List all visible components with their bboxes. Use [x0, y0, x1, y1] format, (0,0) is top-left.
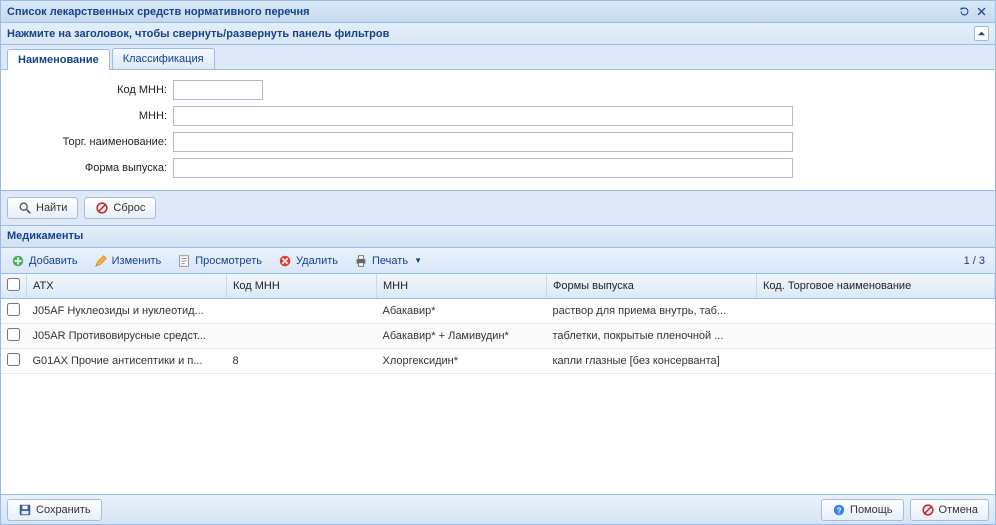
- tab-naming[interactable]: Наименование: [7, 49, 110, 70]
- close-icon[interactable]: [974, 4, 989, 19]
- print-button[interactable]: Печать ▼: [350, 252, 426, 270]
- grid-title: Медикаменты: [1, 226, 995, 248]
- help-button[interactable]: ? Помощь: [821, 499, 904, 521]
- table-row[interactable]: J05AF Нуклеозиды и нуклеотид... Абакавир…: [1, 299, 995, 324]
- mnn-input[interactable]: [173, 106, 793, 126]
- filter-panel-header[interactable]: Нажмите на заголовок, чтобы свернуть/раз…: [1, 23, 995, 45]
- view-button[interactable]: Просмотреть: [173, 252, 266, 270]
- table-row[interactable]: G01AX Прочие антисептики и п... 8 Хлорге…: [1, 349, 995, 374]
- floppy-icon: [18, 503, 32, 517]
- pager-text: 1 / 3: [964, 255, 989, 267]
- release-form-label: Форма выпуска:: [13, 162, 173, 174]
- grid-toolbar: Добавить Изменить Просмотреть Удалить Пе…: [1, 248, 995, 274]
- col-code-mnn[interactable]: Код МНН: [227, 274, 377, 299]
- col-trade-code[interactable]: Код. Торговое наименование: [757, 274, 995, 299]
- chevron-down-icon: ▼: [414, 256, 422, 265]
- col-mnn[interactable]: МНН: [377, 274, 547, 299]
- document-icon: [177, 254, 191, 268]
- reset-button[interactable]: Сброс: [84, 197, 156, 219]
- filter-tabs: Наименование Классификация: [1, 45, 995, 70]
- question-icon: ?: [832, 503, 846, 517]
- filter-panel-title: Нажмите на заголовок, чтобы свернуть/раз…: [7, 28, 389, 40]
- release-form-input[interactable]: [173, 158, 793, 178]
- x-circle-icon: [278, 254, 292, 268]
- forbidden-icon: [95, 201, 109, 215]
- grid-header-row: АТХ Код МНН МНН Формы выпуска Код. Торго…: [1, 274, 995, 299]
- trade-name-label: Торг. наименование:: [13, 136, 173, 148]
- refresh-icon[interactable]: [957, 4, 972, 19]
- footer-bar: Сохранить ? Помощь Отмена: [1, 494, 995, 524]
- trade-name-input[interactable]: [173, 132, 793, 152]
- code-mnn-input[interactable]: [173, 80, 263, 100]
- col-release-form[interactable]: Формы выпуска: [547, 274, 757, 299]
- row-checkbox[interactable]: [7, 353, 20, 366]
- forbidden-icon: [921, 503, 935, 517]
- tab-classification[interactable]: Классификация: [112, 48, 215, 69]
- row-checkbox[interactable]: [7, 328, 20, 341]
- filter-form: Код МНН: МНН: Торг. наименование: Форма …: [1, 70, 995, 191]
- pencil-icon: [94, 254, 108, 268]
- delete-button[interactable]: Удалить: [274, 252, 342, 270]
- magnifier-icon: [18, 201, 32, 215]
- medications-grid: АТХ Код МНН МНН Формы выпуска Код. Торго…: [1, 274, 995, 494]
- printer-icon: [354, 254, 368, 268]
- mnn-label: МНН:: [13, 110, 173, 122]
- table-row[interactable]: J05AR Противовирусные средст... Абакавир…: [1, 324, 995, 349]
- select-all-checkbox[interactable]: [7, 278, 20, 291]
- window-titlebar: Список лекарственных средств нормативног…: [1, 1, 995, 23]
- collapse-icon[interactable]: [974, 26, 989, 41]
- add-button[interactable]: Добавить: [7, 252, 82, 270]
- cancel-button[interactable]: Отмена: [910, 499, 989, 521]
- window-title: Список лекарственных средств нормативног…: [7, 6, 955, 18]
- edit-button[interactable]: Изменить: [90, 252, 166, 270]
- row-checkbox[interactable]: [7, 303, 20, 316]
- search-button-bar: Найти Сброс: [1, 191, 995, 226]
- find-button[interactable]: Найти: [7, 197, 78, 219]
- plus-circle-icon: [11, 254, 25, 268]
- save-button[interactable]: Сохранить: [7, 499, 102, 521]
- code-mnn-label: Код МНН:: [13, 84, 173, 96]
- col-atx[interactable]: АТХ: [27, 274, 227, 299]
- svg-text:?: ?: [837, 506, 842, 515]
